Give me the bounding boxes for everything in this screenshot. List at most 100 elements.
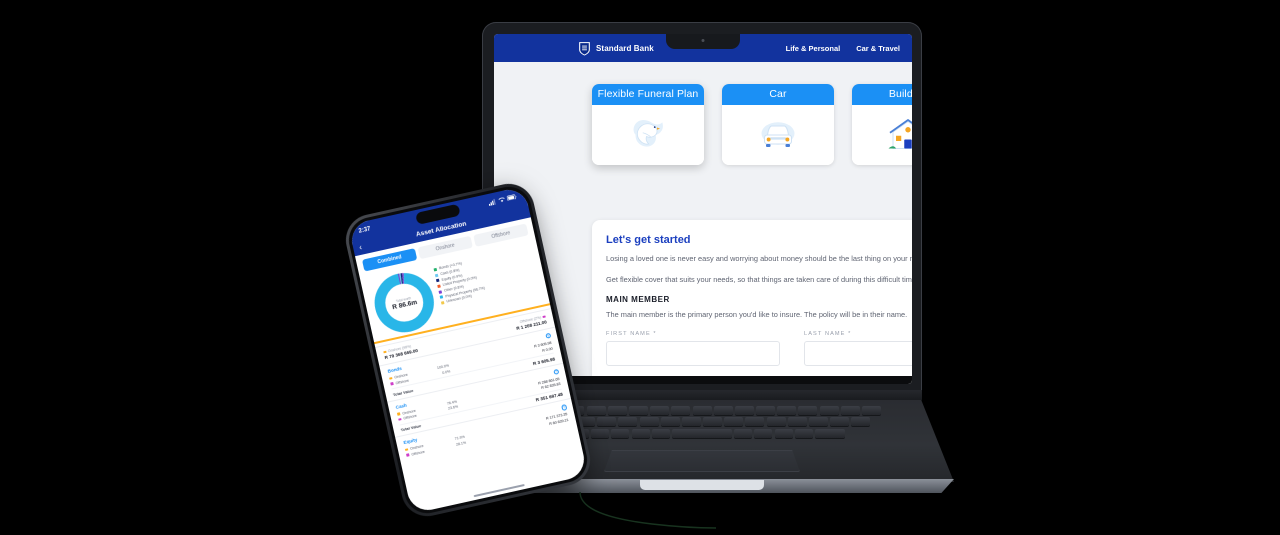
row-swatch-icon — [396, 412, 401, 416]
site-nav: Life & Personal Car & Travel — [786, 44, 902, 53]
row-swatch-icon — [406, 453, 410, 457]
legend-swatch-icon — [437, 284, 441, 289]
product-card-funeral[interactable]: Flexible Funeral Plan — [592, 84, 704, 165]
get-started-panel: Let's get started Losing a loved one is … — [592, 220, 912, 384]
row-swatch-icon — [404, 448, 408, 452]
keyboard-key[interactable] — [756, 406, 776, 415]
keyboard-key[interactable] — [734, 406, 754, 415]
legend-swatch-icon — [433, 267, 438, 272]
panel-lead-line-2: Get flexible cover that suits your needs… — [606, 274, 912, 284]
field-label: FIRST NAME * — [606, 330, 657, 337]
allocation-donut-chart: Total worth R 86.6m — [366, 265, 442, 341]
panel-heading: Let's get started — [606, 234, 691, 246]
keyboard-key[interactable] — [660, 417, 680, 427]
keyboard-key[interactable] — [774, 428, 793, 438]
keyboard-key[interactable] — [777, 406, 797, 415]
car-icon — [761, 122, 795, 147]
home-indicator — [473, 483, 525, 498]
nav-link-car-travel[interactable]: Car & Travel — [856, 44, 900, 53]
row-swatch-icon — [398, 418, 402, 422]
keyboard-key[interactable] — [713, 406, 733, 415]
field-first-name: FIRST NAME * — [606, 331, 780, 366]
legend-swatch-icon — [435, 278, 440, 283]
keyboard-key[interactable] — [692, 406, 712, 415]
legend-swatch-icon — [439, 295, 444, 300]
keyboard-key[interactable] — [724, 417, 744, 427]
field-last-name: LAST NAME * — [804, 331, 912, 366]
keyboard-key[interactable] — [586, 406, 606, 415]
panel-lead-line-1: Losing a loved one is never easy and wor… — [606, 254, 912, 263]
product-card-list: Flexible Funeral Plan Car Build — [494, 62, 912, 165]
laptop-front-notch — [640, 480, 764, 490]
legend-swatch-icon — [434, 273, 439, 277]
dove-icon — [633, 120, 663, 147]
charging-cable — [579, 491, 717, 529]
keyboard-key[interactable] — [681, 417, 701, 427]
keyboard-key[interactable] — [798, 406, 818, 415]
webcam-icon — [701, 39, 705, 42]
keyboard-key[interactable] — [607, 406, 627, 415]
keyboard-key[interactable] — [628, 406, 648, 415]
keyboard-key[interactable] — [734, 428, 753, 438]
product-card-title: Flexible Funeral Plan — [592, 84, 704, 105]
keyboard-key[interactable] — [814, 428, 845, 438]
keyboard-key[interactable] — [754, 428, 773, 438]
keyboard-key[interactable] — [651, 428, 670, 438]
main-member-heading: MAIN MEMBER — [606, 294, 670, 304]
battery-icon — [506, 194, 517, 201]
status-time: 2:37 — [358, 225, 372, 235]
keyboard-key[interactable] — [794, 428, 813, 438]
keyboard-key[interactable] — [830, 417, 850, 427]
brand-name: Standard Bank — [596, 43, 654, 53]
main-member-subtext: The main member is the primary person yo… — [606, 309, 908, 319]
webcam-notch — [666, 34, 740, 49]
screenshot-stage: Standard Bank Life & Personal Car & Trav… — [0, 0, 1280, 535]
offshore-swatch-icon — [542, 315, 546, 319]
product-card-body — [852, 105, 912, 165]
keyboard-key[interactable] — [631, 428, 650, 438]
row-swatch-icon — [389, 376, 393, 380]
product-card-body — [592, 105, 704, 165]
legend-swatch-icon — [438, 289, 443, 294]
brand[interactable]: Standard Bank — [578, 41, 654, 56]
keyboard-key[interactable] — [671, 406, 691, 415]
keyboard-key[interactable] — [611, 428, 630, 438]
keyboard-key[interactable] — [639, 417, 659, 427]
wifi-icon — [497, 197, 505, 202]
keyboard-key[interactable] — [672, 428, 732, 438]
keyboard-key[interactable] — [851, 417, 871, 427]
field-label: LAST NAME * — [804, 330, 852, 337]
chevron-left-icon[interactable]: ‹ — [358, 242, 363, 251]
keyboard-key[interactable] — [703, 417, 723, 427]
status-icons — [488, 193, 518, 206]
last-name-input[interactable] — [804, 340, 912, 366]
keyboard-key[interactable] — [787, 417, 807, 427]
keyboard-key[interactable] — [591, 428, 610, 438]
keyboard-key[interactable] — [766, 417, 786, 427]
donut-center-label: Total worth R 86.6m — [366, 265, 442, 341]
row-swatch-icon — [390, 382, 394, 386]
product-card-building[interactable]: Building — [852, 84, 912, 165]
keyboard-key[interactable] — [862, 406, 881, 415]
keyboard-key[interactable] — [819, 406, 839, 415]
keyboard-key[interactable] — [745, 417, 765, 427]
shield-logo-icon — [579, 41, 590, 55]
house-icon — [888, 119, 912, 150]
field-row-1: FIRST NAME * LAST NAME * — [606, 331, 912, 378]
keyboard-key[interactable] — [809, 417, 829, 427]
product-card-title: Building — [852, 84, 912, 105]
signal-icon — [488, 198, 496, 206]
product-card-body — [722, 105, 834, 165]
nav-link-life-personal[interactable]: Life & Personal — [786, 44, 841, 53]
keyboard-key[interactable] — [597, 417, 617, 427]
laptop-trackpad[interactable] — [604, 450, 800, 472]
legend-swatch-icon — [440, 301, 445, 305]
keyboard-key[interactable] — [840, 406, 860, 415]
keyboard-key[interactable] — [650, 406, 670, 415]
first-name-input[interactable] — [606, 340, 780, 366]
help-circle-icon[interactable]: ? — [560, 404, 568, 411]
onshore-swatch-icon — [383, 350, 387, 354]
product-card-car[interactable]: Car — [722, 84, 834, 165]
keyboard-key[interactable] — [618, 417, 638, 427]
product-card-title: Car — [722, 84, 834, 105]
